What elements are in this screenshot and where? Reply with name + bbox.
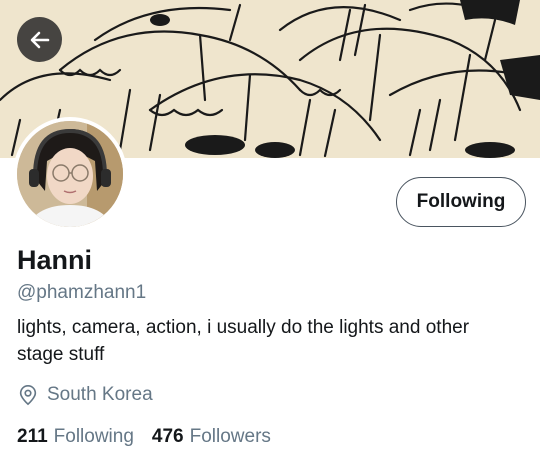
following-count: 211 bbox=[17, 426, 48, 447]
following-label: Following bbox=[53, 426, 134, 447]
follow-stats: 211 Following 476 Followers bbox=[17, 426, 271, 448]
avatar-photo bbox=[17, 121, 123, 227]
profile-bio: lights, camera, action, i usually do the… bbox=[17, 317, 470, 365]
location-text: South Korea bbox=[47, 384, 153, 405]
user-handle: @phamzhann1 bbox=[17, 282, 147, 303]
following-button[interactable]: Following bbox=[396, 177, 526, 227]
display-name: Hanni bbox=[17, 245, 93, 275]
profile-location: South Korea bbox=[17, 384, 153, 406]
arrow-left-icon bbox=[30, 31, 49, 48]
avatar[interactable] bbox=[13, 117, 127, 231]
back-button[interactable] bbox=[17, 17, 62, 62]
followers-label: Followers bbox=[189, 426, 271, 447]
followers-stat[interactable]: 476 Followers bbox=[152, 426, 271, 448]
location-pin-icon bbox=[19, 385, 37, 406]
following-stat[interactable]: 211 Following bbox=[17, 426, 134, 448]
followers-count: 476 bbox=[151, 426, 184, 447]
